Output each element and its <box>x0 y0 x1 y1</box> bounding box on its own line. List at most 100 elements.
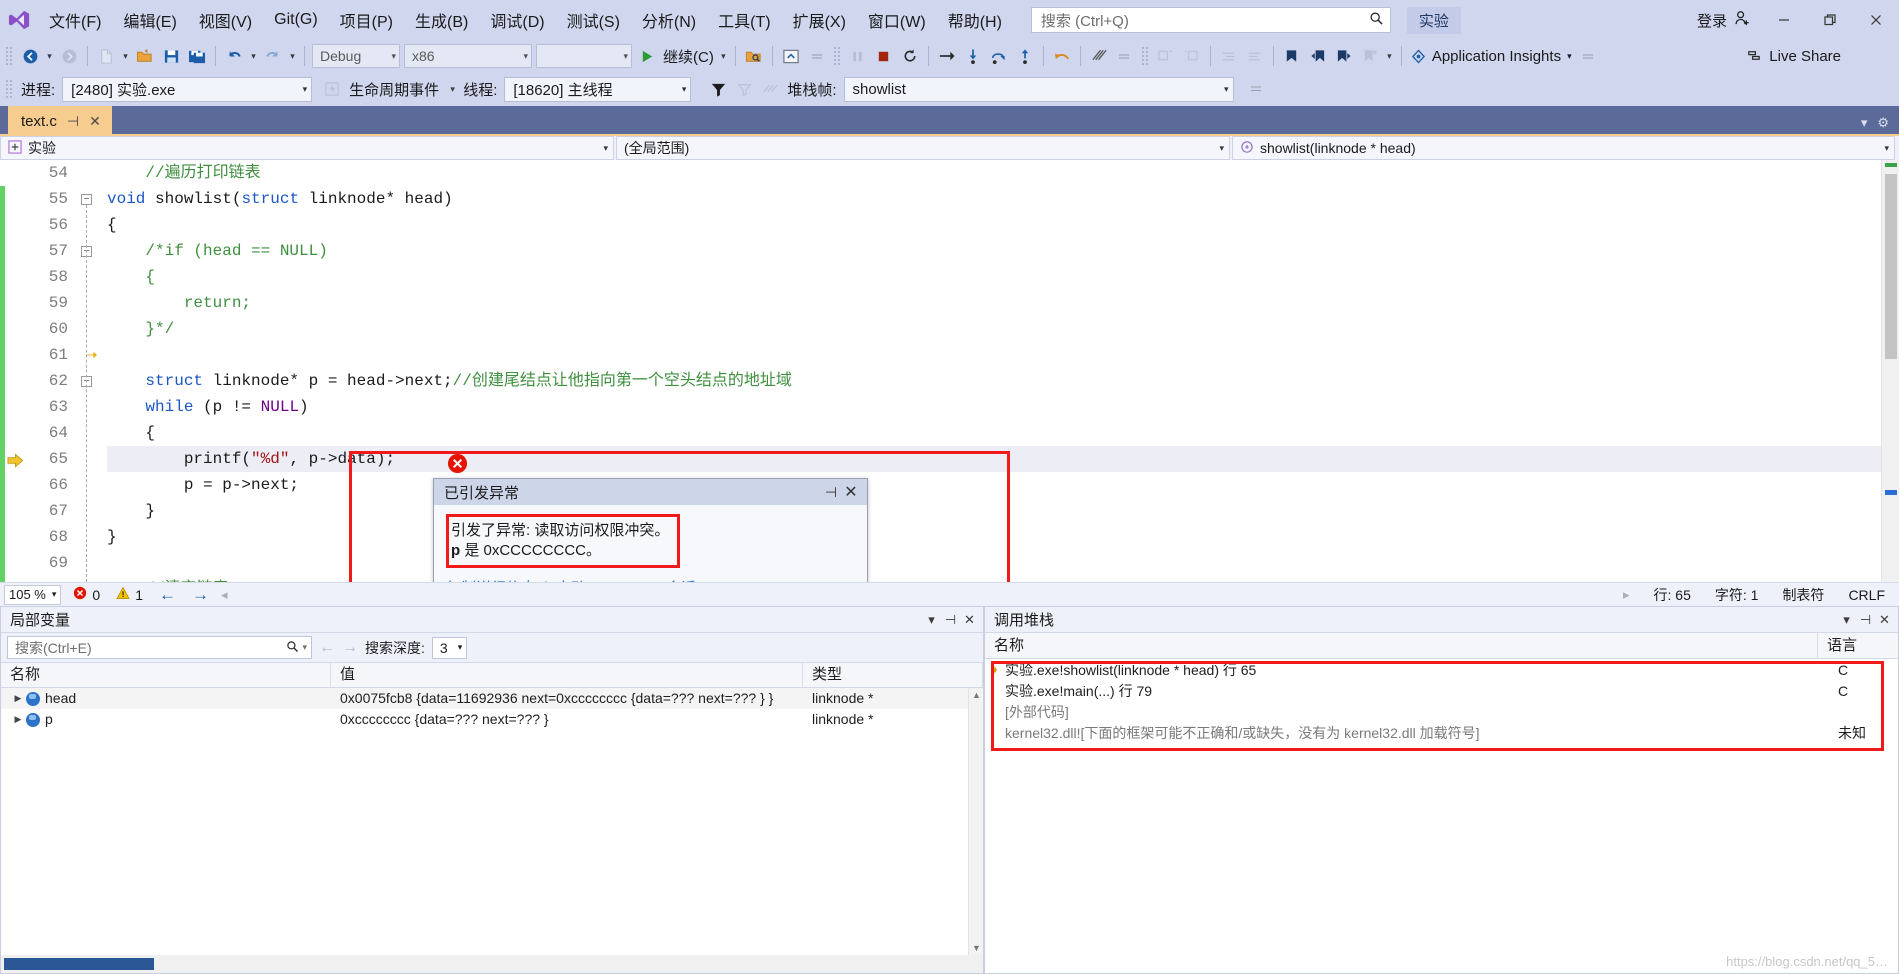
restart-button[interactable] <box>897 43 923 69</box>
close-icon[interactable]: ✕ <box>1875 612 1894 628</box>
callstack-row-current[interactable]: ➧ 实验.exe!showlist(linknode * head) 行 65 … <box>985 659 1898 680</box>
nav-project-combo[interactable]: 实验 ▾ <box>0 136 614 160</box>
redo-button[interactable] <box>260 43 286 69</box>
lifecycle-events-label[interactable]: 生命周期事件 <box>345 79 446 100</box>
menu-git[interactable]: Git(G) <box>263 7 329 33</box>
warning-count-chip[interactable]: 1 <box>112 586 147 603</box>
bookmark-dropdown-icon[interactable]: ▾ <box>1383 51 1396 62</box>
locals-horizontal-scrollbar[interactable] <box>1 955 983 973</box>
code-editor-surface[interactable]: 54 55 56 57 58 59 60 61 62 63 64 65 66 6… <box>0 160 1899 582</box>
menu-help[interactable]: 帮助(H) <box>937 4 1013 36</box>
open-file-button[interactable] <box>132 43 158 69</box>
menu-file[interactable]: 文件(F) <box>38 4 112 36</box>
toolbar-grip[interactable] <box>5 79 14 99</box>
toolbar-options-icon[interactable] <box>1112 43 1138 69</box>
live-share-button[interactable]: Live Share <box>1746 48 1841 65</box>
lifecycle-events-icon[interactable] <box>319 76 345 102</box>
next-bookmark-button[interactable] <box>1331 43 1357 69</box>
continue-button[interactable] <box>634 43 660 69</box>
menu-tools[interactable]: 工具(T) <box>707 4 781 36</box>
menu-debug[interactable]: 调试(D) <box>479 4 555 36</box>
previous-error-arrow-icon[interactable]: ← <box>155 585 180 605</box>
attach-to-process-button[interactable] <box>741 43 767 69</box>
chevron-down-icon[interactable]: ▾ <box>922 612 941 628</box>
menu-window[interactable]: 窗口(W) <box>857 4 937 36</box>
tab-text-c[interactable]: text.c ⊣ ✕ <box>8 106 112 134</box>
sign-in-button[interactable]: 登录 <box>1687 10 1761 31</box>
solution-configuration-combo[interactable]: Debug ▾ <box>312 44 400 68</box>
undo-button[interactable] <box>221 43 247 69</box>
lifecycle-dropdown-icon[interactable]: ▾ <box>446 84 459 95</box>
intellitrace-button[interactable] <box>1086 43 1112 69</box>
menu-view[interactable]: 视图(V) <box>188 4 263 36</box>
scroll-up-arrow-icon[interactable]: ▲ <box>972 690 981 700</box>
navigate-forward-button[interactable] <box>56 43 82 69</box>
menu-edit[interactable]: 编辑(E) <box>112 4 187 36</box>
close-icon[interactable]: ✕ <box>89 113 101 130</box>
status-overflow-icon[interactable]: ◂ <box>221 587 228 603</box>
menu-project[interactable]: 项目(P) <box>329 4 404 36</box>
chevron-down-icon[interactable]: ▾ <box>1567 51 1572 62</box>
new-file-button[interactable] <box>93 43 119 69</box>
clear-bookmarks-button[interactable] <box>1357 43 1383 69</box>
editor-vertical-scrollbar[interactable] <box>1881 160 1899 582</box>
application-insights-button[interactable]: Application Insights ▾ <box>1407 48 1576 65</box>
locals-vertical-scrollbar[interactable]: ▲ ▼ <box>968 688 983 955</box>
scroll-down-arrow-icon[interactable]: ▼ <box>972 943 981 953</box>
pin-icon[interactable]: ⊣ <box>941 612 960 628</box>
column-header-type[interactable]: 类型 <box>803 662 983 688</box>
step-into-button[interactable] <box>960 43 986 69</box>
copy-details-link[interactable]: 复制详细信息 <box>446 577 536 582</box>
callstack-row[interactable]: [外部代码] <box>985 701 1898 722</box>
close-icon[interactable]: ✕ <box>960 612 979 628</box>
tab-settings-icon[interactable]: ⚙ <box>1877 115 1889 131</box>
uncomment-selection-button[interactable] <box>1179 43 1205 69</box>
column-header-value[interactable]: 值 <box>331 662 803 688</box>
toolbar-grip[interactable] <box>832 46 842 66</box>
start-live-share-link[interactable]: 启动 Live Share 会话... <box>556 577 709 582</box>
global-search-input[interactable]: 搜索 (Ctrl+Q) <box>1030 7 1391 33</box>
nav-scope-combo[interactable]: (全局范围) ▾ <box>616 136 1230 160</box>
navigate-back-dropdown-icon[interactable]: ▾ <box>43 51 56 62</box>
increase-indent-button[interactable] <box>1242 43 1268 69</box>
menu-test[interactable]: 测试(S) <box>556 4 631 36</box>
process-combo[interactable]: [2480] 实验.exe ▾ <box>62 76 313 102</box>
previous-bookmark-button[interactable] <box>1305 43 1331 69</box>
column-header-name[interactable]: 名称 <box>1 662 331 688</box>
callstack-row[interactable]: kernel32.dll![下面的框架可能不正确和/或缺失，没有为 kernel… <box>985 722 1898 743</box>
chevron-down-icon[interactable]: ▾ <box>1837 612 1856 628</box>
exception-helper-popup[interactable]: 已引发异常 ⊣ ✕ 引发了异常: 读取访问权限冲突。 p 是 0xCCCCCCC… <box>433 478 868 582</box>
error-count-chip[interactable]: 0 <box>69 586 104 603</box>
toolbar-more-icon[interactable] <box>804 43 830 69</box>
table-row[interactable]: ▶ head 0x0075fcb8 {data=11692936 next=0x… <box>1 688 983 709</box>
scrollbar-thumb[interactable] <box>4 958 154 970</box>
stop-debugging-button[interactable] <box>871 43 897 69</box>
undo-navigation-button[interactable] <box>1049 43 1075 69</box>
debug-toolbar-overflow-icon[interactable] <box>1244 76 1270 102</box>
search-next-icon[interactable]: → <box>342 639 358 657</box>
next-error-arrow-icon[interactable]: → <box>188 585 213 605</box>
window-restore-button[interactable] <box>1807 0 1853 40</box>
close-icon[interactable]: ✕ <box>841 482 861 502</box>
search-options-chevron-icon[interactable]: ▾ <box>299 642 307 653</box>
locals-search-input[interactable]: 搜索(Ctrl+E) ▾ <box>7 636 312 659</box>
row-expander-icon[interactable]: ▶ <box>10 688 26 709</box>
status-overflow-right-icon[interactable]: ▸ <box>1623 587 1630 603</box>
fold-toggle-icon[interactable]: − <box>81 194 92 205</box>
stackframe-combo[interactable]: showlist ▾ <box>843 76 1234 102</box>
new-file-dropdown-icon[interactable]: ▾ <box>119 51 132 62</box>
save-button[interactable] <box>158 43 184 69</box>
flag-threads-button[interactable] <box>731 76 757 102</box>
show-next-statement-button[interactable] <box>934 43 960 69</box>
menu-build[interactable]: 生成(B) <box>404 4 479 36</box>
thread-combo[interactable]: [18620] 主线程 ▾ <box>504 76 692 102</box>
save-all-button[interactable] <box>184 43 210 69</box>
toolbar-grip[interactable] <box>5 46 14 66</box>
window-minimize-button[interactable] <box>1761 0 1807 40</box>
search-depth-combo[interactable]: 3 ▾ <box>431 636 468 659</box>
column-header-language[interactable]: 语言 <box>1818 633 1898 659</box>
search-previous-icon[interactable]: ← <box>319 639 335 657</box>
locals-row-value[interactable]: 0x0075fcb8 {data=11692936 next=0xccccccc… <box>331 688 803 709</box>
toggle-bookmark-button[interactable] <box>1279 43 1305 69</box>
menu-extensions[interactable]: 扩展(X) <box>782 4 857 36</box>
